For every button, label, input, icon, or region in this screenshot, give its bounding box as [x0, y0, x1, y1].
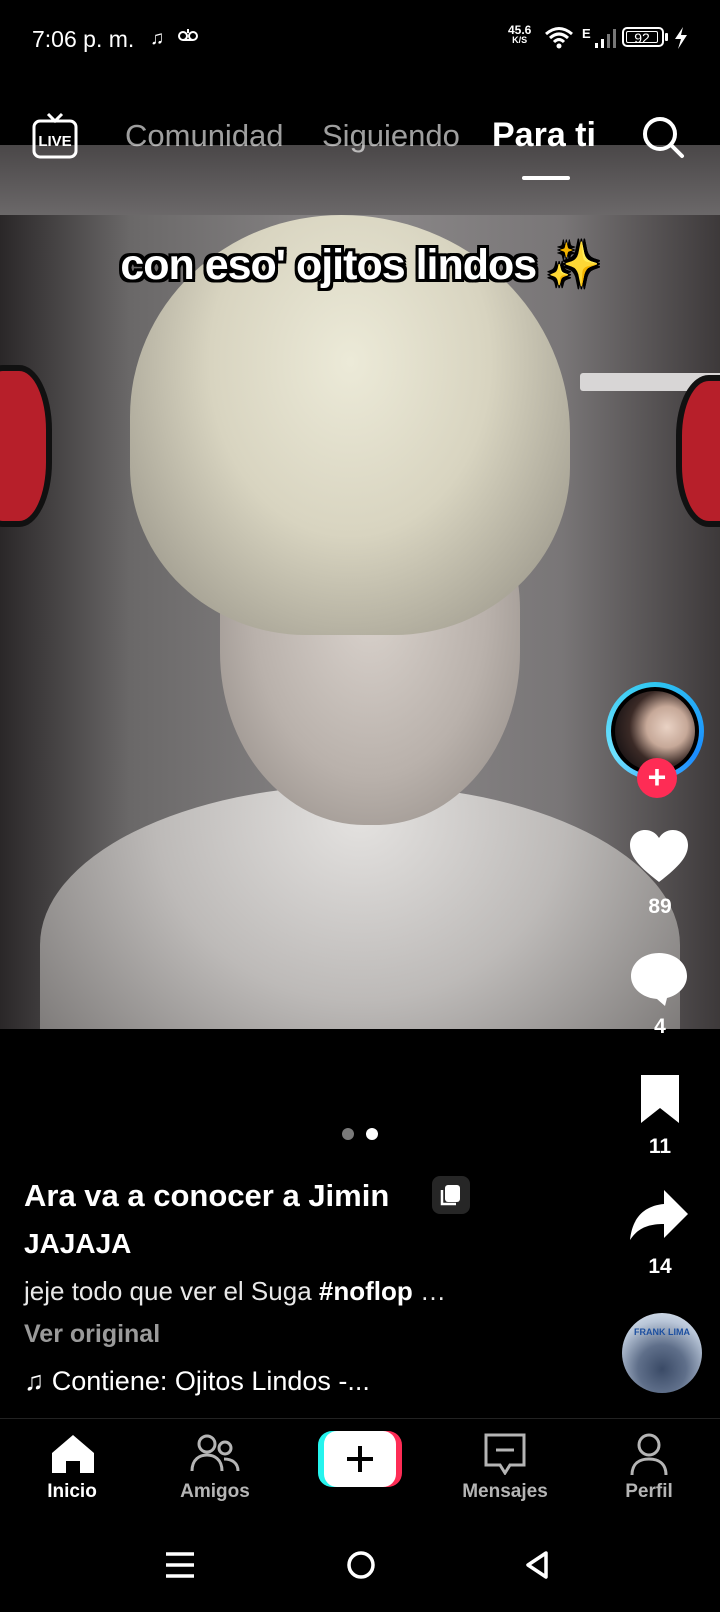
network-type: E	[582, 26, 591, 41]
post-description[interactable]: jeje todo que ver el Suga #noflop …	[24, 1276, 446, 1307]
active-tab-indicator	[522, 176, 570, 180]
search-icon[interactable]	[640, 114, 686, 165]
comment-count: 4	[654, 1015, 666, 1038]
live-button[interactable]: LIVE	[32, 112, 78, 165]
music-note-icon: ♫	[24, 1366, 52, 1396]
share-button[interactable]	[628, 1188, 690, 1249]
live-label: LIVE	[38, 133, 71, 150]
net-speed: 45.6 K/S	[508, 24, 531, 45]
net-speed-unit: K/S	[512, 35, 528, 45]
status-time: 7:06 p. m.	[32, 26, 135, 52]
tab-siguiendo[interactable]: Siguiendo	[322, 118, 460, 154]
description-ellipsis: …	[412, 1276, 446, 1306]
sound-disc[interactable]: FRANK LIMA	[622, 1313, 702, 1393]
share-count: 14	[648, 1255, 672, 1278]
wifi-icon	[544, 26, 574, 55]
bottom-nav: Inicio Amigos Mensajes Perfil	[0, 1418, 720, 1531]
home-button[interactable]	[346, 1550, 376, 1585]
bookmark-button[interactable]	[638, 1072, 682, 1131]
home-icon	[52, 1435, 94, 1473]
carousel-dot[interactable]	[342, 1128, 354, 1140]
music-text: Contiene: Ojitos Lindos -...	[51, 1366, 370, 1396]
battery-icon: 92	[622, 27, 664, 47]
profile-icon	[630, 1433, 668, 1476]
video-sticker-right	[676, 375, 720, 527]
signal-icon	[594, 27, 618, 54]
tab-para-ti[interactable]: Para ti	[492, 116, 596, 155]
battery-level: 92	[626, 31, 658, 45]
sound-disc-text: FRANK LIMA	[634, 1327, 690, 1337]
video-sticker-left	[0, 365, 52, 527]
like-count: 89	[648, 895, 672, 918]
photo-carousel-icon	[432, 1176, 470, 1214]
nav-perfil-label: Perfil	[625, 1481, 673, 1502]
nav-mensajes-label: Mensajes	[462, 1481, 548, 1502]
music-row[interactable]: ♫ Contiene: Ojitos Lindos -...	[24, 1366, 370, 1397]
nav-inicio-label: Inicio	[47, 1481, 97, 1502]
see-original-link[interactable]: Ver original	[24, 1320, 160, 1349]
music-note-icon: ♫	[150, 28, 165, 49]
video-background-wall	[0, 145, 720, 215]
nav-amigos-label: Amigos	[180, 1481, 250, 1502]
friends-icon	[190, 1434, 240, 1472]
voicemail-icon	[178, 26, 198, 47]
create-button[interactable]	[318, 1431, 402, 1487]
battery-tip	[665, 33, 668, 41]
tab-comunidad[interactable]: Comunidad	[125, 118, 284, 154]
comment-button[interactable]	[629, 950, 689, 1013]
charging-icon	[673, 27, 689, 54]
recent-apps-button[interactable]	[166, 1550, 194, 1585]
bookmark-count: 11	[648, 1135, 672, 1158]
hashtag-link[interactable]: #noflop	[319, 1276, 413, 1306]
post-title: Ara va a conocer a Jimin	[24, 1178, 390, 1213]
like-button[interactable]	[628, 828, 690, 889]
post-subtitle: JAJAJA	[24, 1228, 132, 1259]
back-button[interactable]	[524, 1550, 550, 1585]
description-text: jeje todo que ver el Suga	[24, 1276, 319, 1306]
carousel-dot-active[interactable]	[366, 1128, 378, 1140]
video-caption: con eso' ojitos lindos ✨	[120, 241, 600, 289]
inbox-icon	[484, 1433, 526, 1475]
follow-button[interactable]: +	[637, 758, 677, 798]
